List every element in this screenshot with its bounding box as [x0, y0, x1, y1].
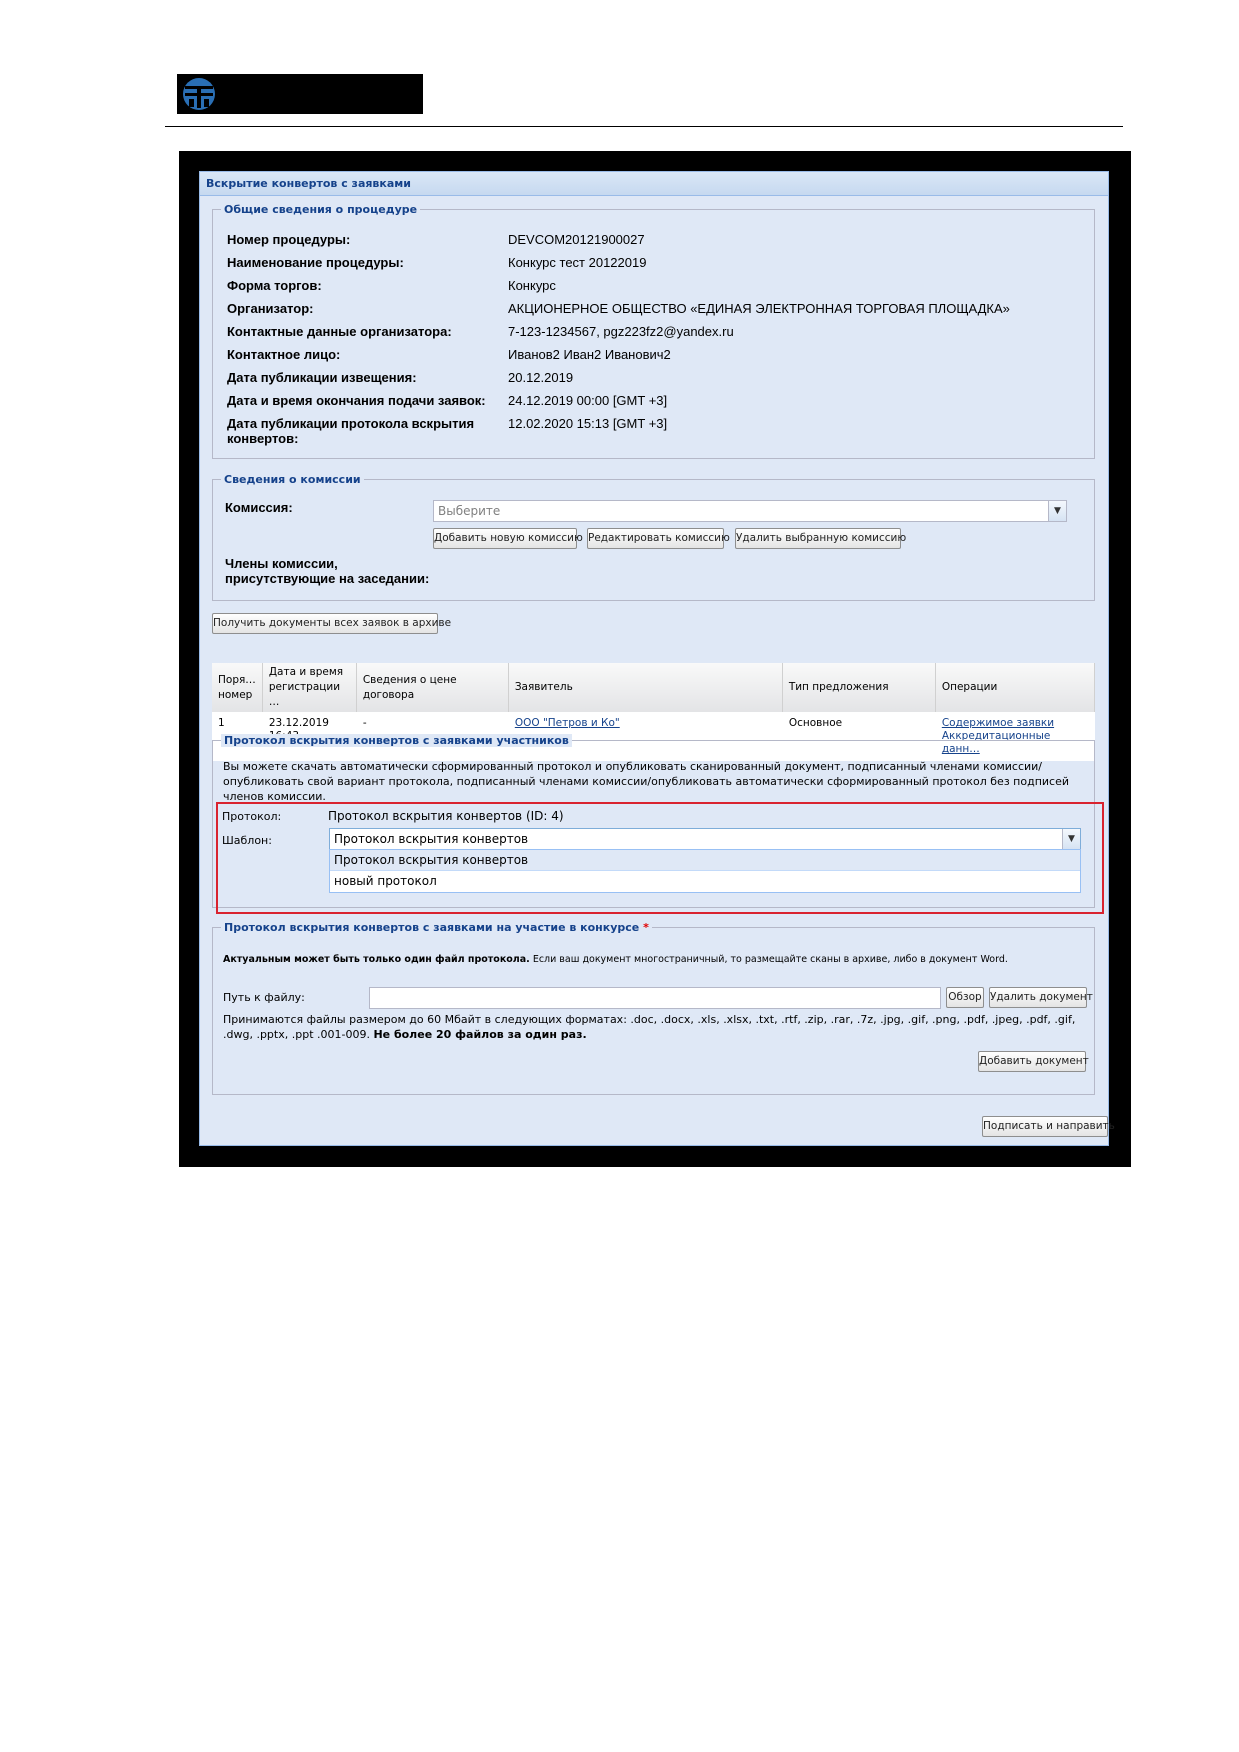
col-applicant[interactable]: Заявитель — [508, 663, 783, 712]
template-dropdown-list: Протокол вскрытия конвертов новый проток… — [329, 849, 1081, 893]
edit-commission-button[interactable]: Редактировать комиссию — [587, 528, 730, 549]
allowed-formats-text: Принимаются файлы размером до 60 Мбайт в… — [223, 1013, 1076, 1041]
upload-legend: Протокол вскрытия конвертов с заявками н… — [221, 921, 652, 934]
add-commission-button[interactable]: Добавить новую комиссию — [433, 528, 583, 549]
file-path-label: Путь к файлу: — [223, 991, 305, 1004]
envelope-opening-window: Вскрытие конвертов с заявками Общие свед… — [199, 171, 1115, 1146]
browse-button[interactable]: Обзор — [946, 987, 984, 1008]
template-option[interactable]: новый протокол — [330, 871, 1080, 892]
add-document-button[interactable]: Добавить документ — [978, 1051, 1089, 1072]
col-registered[interactable]: Дата и время регистрации … — [262, 663, 357, 712]
window-title: Вскрытие конвертов с заявками — [200, 172, 1108, 196]
commission-members-label: Члены комиссии, присутствующие на заседа… — [225, 556, 430, 586]
logo-emblem-icon — [183, 78, 215, 110]
sign-and-send-button[interactable]: Подписать и направить — [982, 1116, 1115, 1137]
protocol-value: Протокол вскрытия конвертов (ID: 4) — [328, 809, 564, 823]
template-select[interactable]: Протокол вскрытия конвертов ▼ — [329, 828, 1081, 850]
delete-commission-button[interactable]: Удалить выбранную комиссию — [735, 528, 906, 549]
commission-select-placeholder: Выберите — [438, 504, 501, 518]
upload-fieldset: Протокол вскрытия конвертов с заявками н… — [212, 921, 1095, 1095]
protocol-description: Вы можете скачать автоматически сформиро… — [223, 760, 1070, 803]
col-offer-type[interactable]: Тип предложения — [782, 663, 936, 712]
commission-select[interactable]: Выберите ▼ — [433, 500, 1067, 522]
commission-label: Комиссия: — [225, 500, 293, 515]
commission-fieldset: Сведения о комиссии Комиссия: Выберите ▼… — [212, 473, 1095, 601]
template-option[interactable]: Протокол вскрытия конвертов — [330, 850, 1080, 871]
header-divider — [165, 126, 1123, 127]
application-contents-link[interactable]: Содержимое заявки — [942, 717, 1054, 729]
chevron-down-icon[interactable]: ▼ — [1062, 829, 1080, 849]
protocol-legend: Протокол вскрытия конвертов с заявками у… — [221, 734, 572, 747]
general-info-legend: Общие сведения о процедуре — [221, 203, 421, 216]
col-number[interactable]: Поря… номер — [212, 663, 263, 712]
template-select-value: Протокол вскрытия конвертов — [334, 832, 529, 846]
table-header-row: Поря… номер Дата и время регистрации … С… — [212, 663, 1096, 712]
company-logo — [177, 74, 423, 114]
col-price[interactable]: Сведения о цене договора — [356, 663, 509, 712]
commission-legend: Сведения о комиссии — [221, 473, 364, 486]
upload-note: Актуальным может быть только один файл п… — [223, 954, 1008, 965]
applicant-link[interactable]: ООО "Петров и Ко" — [515, 717, 620, 729]
protocol-label: Протокол: — [222, 810, 282, 823]
general-info-fieldset: Общие сведения о процедуре Номер процеду… — [212, 203, 1095, 459]
archive-documents-button[interactable]: Получить документы всех заявок в архиве — [212, 613, 451, 634]
required-mark: * — [643, 921, 649, 934]
template-label: Шаблон: — [222, 834, 272, 847]
screenshot-frame: Вскрытие конвертов с заявками Общие свед… — [179, 151, 1131, 1167]
delete-document-button[interactable]: Удалить документ — [989, 987, 1093, 1008]
col-operations[interactable]: Операции — [935, 663, 1096, 712]
file-path-input[interactable] — [369, 987, 941, 1009]
chevron-down-icon[interactable]: ▼ — [1048, 501, 1066, 521]
